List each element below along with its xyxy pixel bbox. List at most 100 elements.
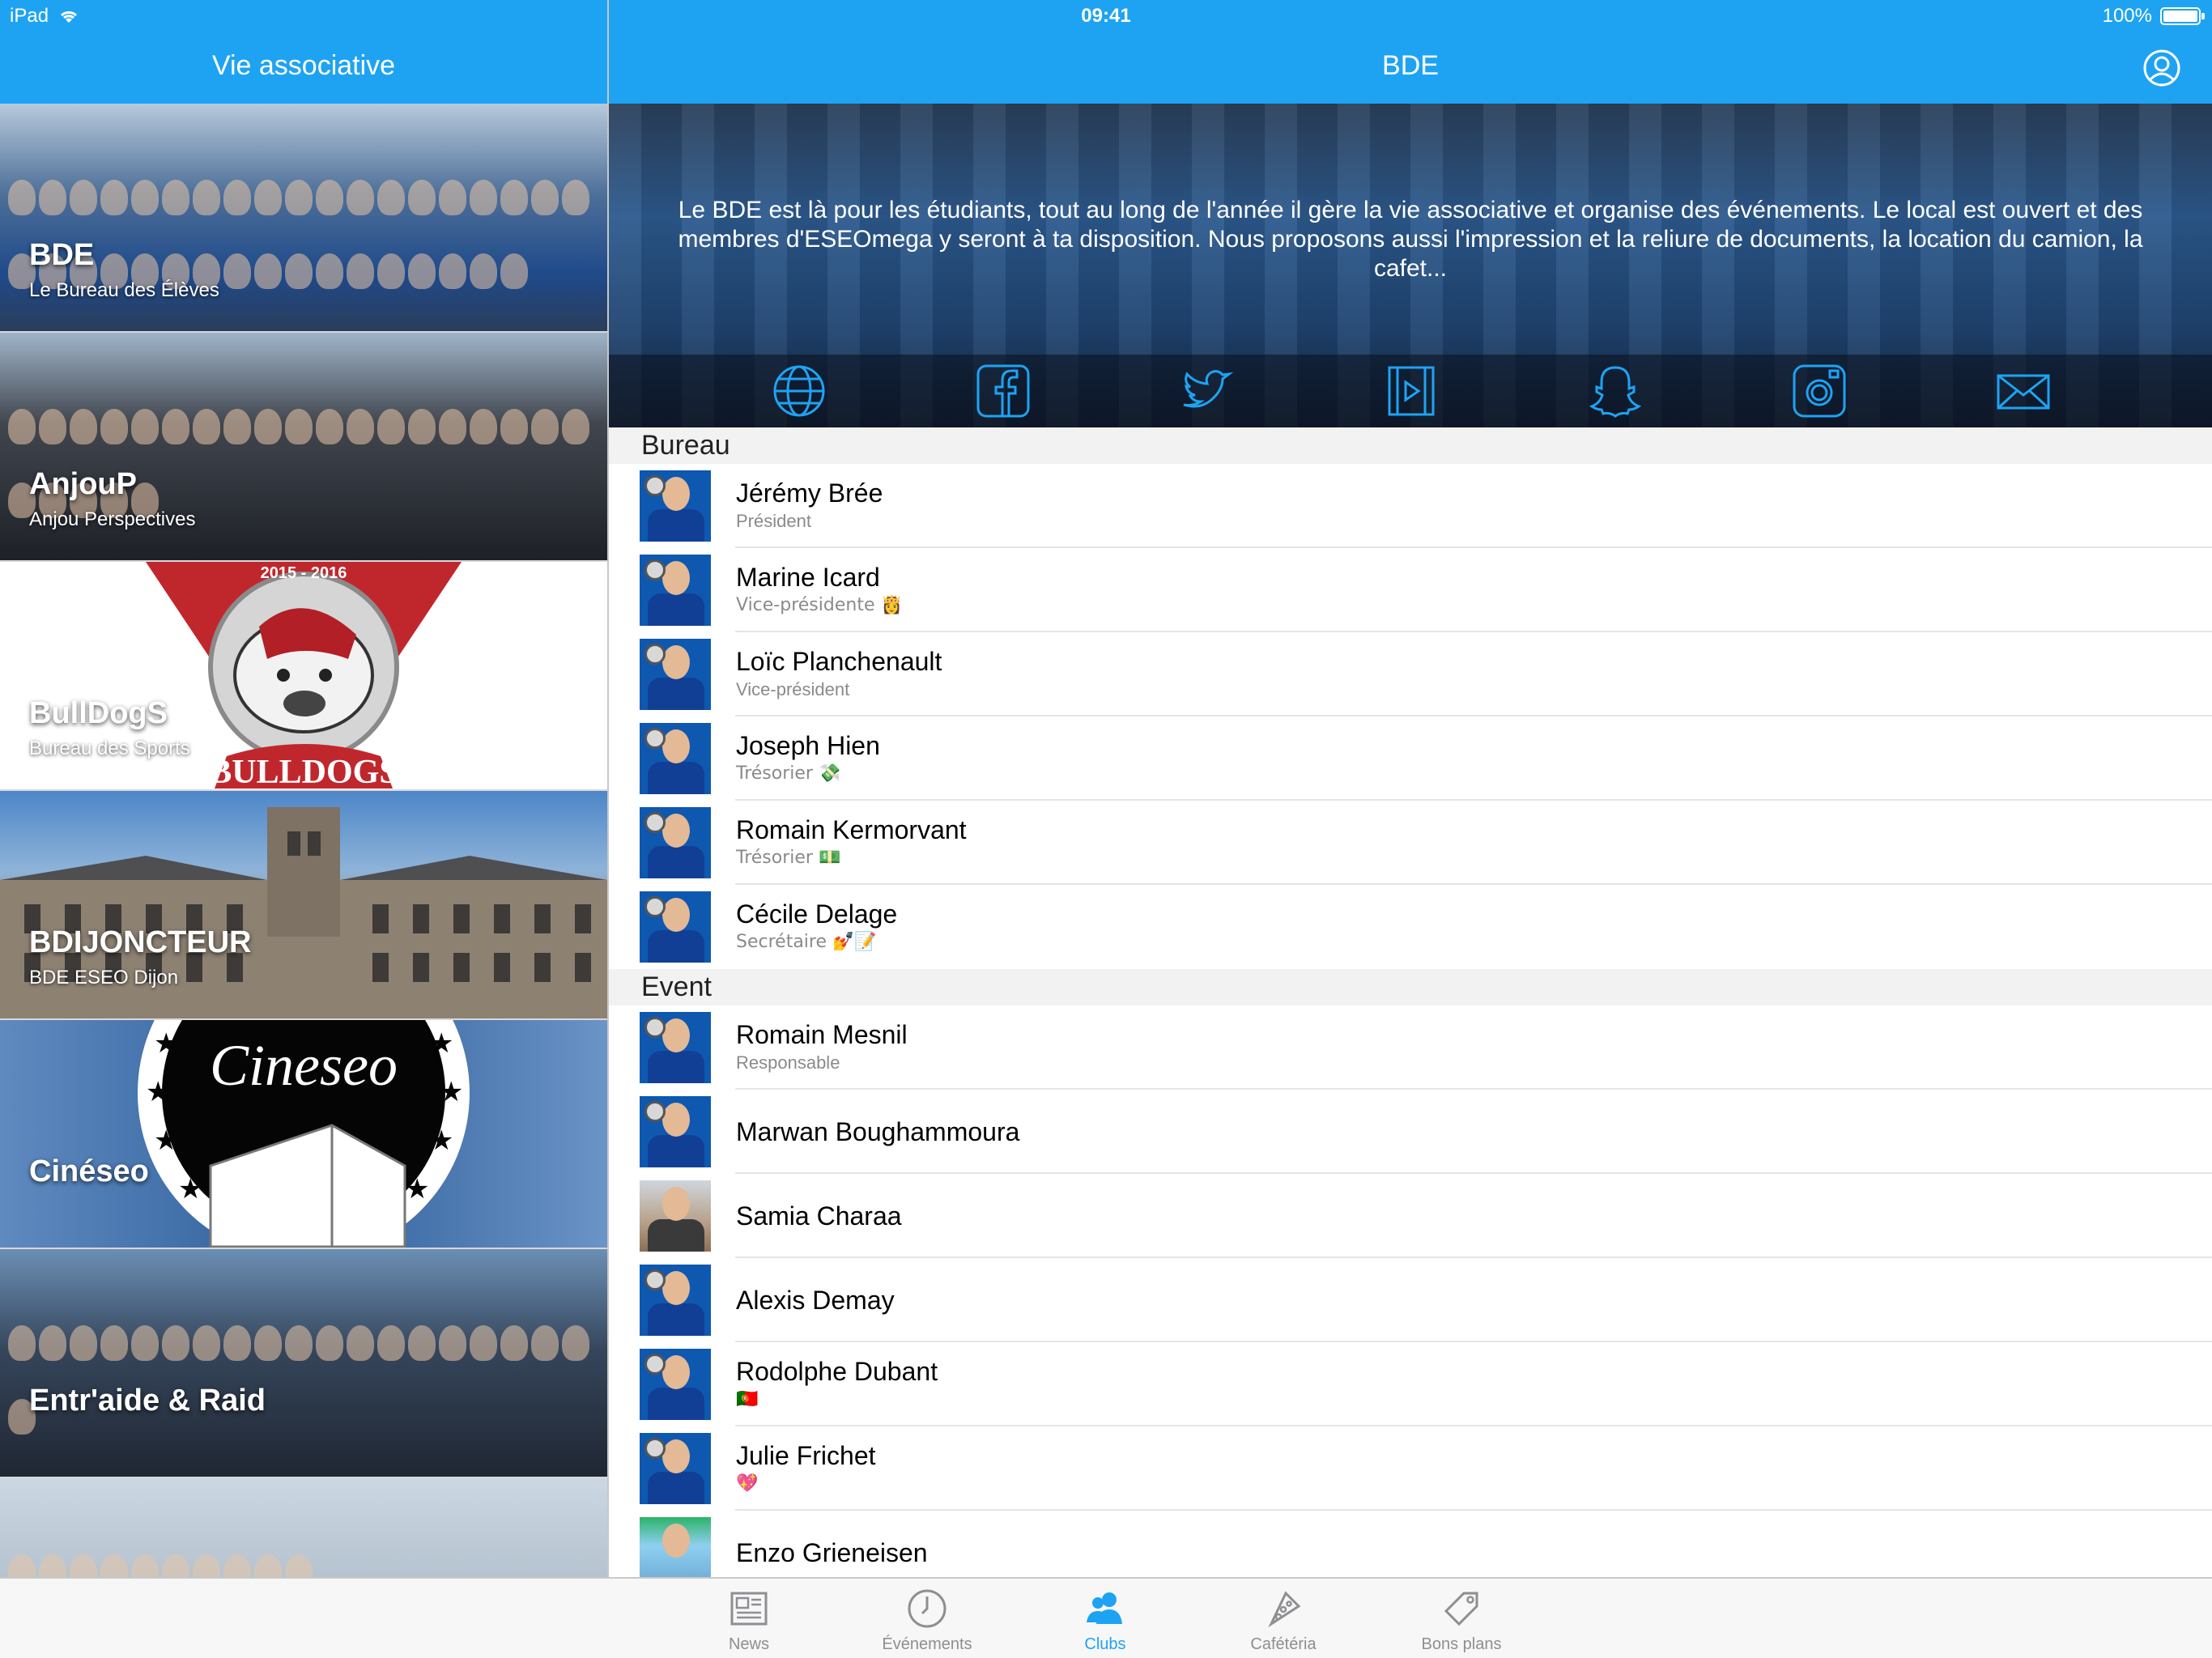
avatar bbox=[640, 1180, 711, 1252]
club-list[interactable]: BDE Le Bureau des Élèves AnjouP Anjou Pe… bbox=[0, 104, 607, 1577]
video-icon[interactable] bbox=[1383, 363, 1440, 419]
member-name: Enzo Grieneisen bbox=[736, 1538, 928, 1567]
member-name: Alexis Demay bbox=[736, 1286, 895, 1315]
member-row[interactable]: Samia Charaa bbox=[609, 1174, 2212, 1258]
member-name: Romain Kermorvant bbox=[736, 815, 967, 844]
club-name: Entr'aide & Raid bbox=[29, 1384, 266, 1418]
member-name: Rodolphe Dubant bbox=[736, 1357, 938, 1386]
avatar bbox=[640, 1265, 711, 1336]
newspaper-icon bbox=[730, 1592, 768, 1626]
avatar bbox=[640, 807, 711, 878]
status-time: 09:41 bbox=[1081, 5, 1131, 27]
tab-label: Événements bbox=[882, 1635, 972, 1653]
tab-label: Cafétéria bbox=[1250, 1635, 1317, 1653]
detail-title: BDE bbox=[1382, 50, 1439, 81]
master-pane: Vie associative BDE Le Bureau des Élèves… bbox=[0, 0, 607, 1658]
tag-icon bbox=[1444, 1592, 1478, 1626]
tab-evenements[interactable]: Événements bbox=[854, 1587, 1000, 1656]
avatar bbox=[640, 555, 711, 626]
svg-text:★: ★ bbox=[178, 1173, 202, 1205]
member-row[interactable]: Romain Kermorvant Trésorier 💵 bbox=[609, 801, 2212, 885]
member-row[interactable]: Rodolphe Dubant 🇵🇹 bbox=[609, 1342, 2212, 1426]
member-role: Vice-président bbox=[736, 679, 850, 699]
battery-percent: 100% bbox=[2102, 5, 2152, 27]
member-row[interactable]: Romain Mesnil Responsable bbox=[609, 1005, 2212, 1090]
member-name: Cécile Delage bbox=[736, 899, 898, 929]
club-row-bulldogs[interactable]: 2015 - 2016 BULLDOGS BullDogS Bureau des… bbox=[0, 562, 607, 791]
club-row-anjoup[interactable]: AnjouP Anjou Perspectives bbox=[0, 333, 607, 562]
social-links-bar bbox=[609, 355, 2212, 427]
status-bar: iPad 09:41 100% bbox=[0, 0, 2212, 32]
member-name: Samia Charaa bbox=[736, 1201, 902, 1231]
svg-text:★: ★ bbox=[429, 1027, 453, 1060]
clock-icon bbox=[908, 1589, 946, 1628]
member-name: Julie Frichet bbox=[736, 1441, 876, 1470]
member-name: Romain Mesnil bbox=[736, 1020, 908, 1049]
member-row[interactable]: Enzo Grieneisen bbox=[609, 1511, 2212, 1577]
svg-text:★: ★ bbox=[405, 1173, 429, 1205]
logo-text: BULLDOGS bbox=[209, 754, 398, 789]
avatar bbox=[640, 470, 711, 542]
club-row-bde[interactable]: BDE Le Bureau des Élèves bbox=[0, 104, 607, 333]
instagram-icon[interactable] bbox=[1791, 363, 1848, 419]
club-name: BullDogS bbox=[29, 696, 168, 730]
club-name: BDIJONCTEUR bbox=[29, 925, 252, 959]
web-icon[interactable] bbox=[771, 363, 827, 419]
member-name: Loïc Planchenault bbox=[736, 647, 942, 676]
tab-cafeteria[interactable]: Cafétéria bbox=[1210, 1587, 1356, 1656]
avatar bbox=[640, 1517, 711, 1577]
facebook-icon[interactable] bbox=[975, 363, 1032, 419]
tab-bons-plans[interactable]: Bons plans bbox=[1389, 1587, 1534, 1656]
club-description: Le BDE est là pour les étudiants, tout a… bbox=[678, 197, 2143, 282]
tab-label: Bons plans bbox=[1421, 1635, 1502, 1653]
pizza-icon bbox=[1268, 1591, 1301, 1628]
svg-text:★: ★ bbox=[154, 1124, 178, 1157]
club-name: AnjouP bbox=[29, 467, 137, 501]
member-row[interactable]: Marwan Boughammoura bbox=[609, 1090, 2212, 1174]
club-header: Le BDE est là pour les étudiants, tout a… bbox=[609, 104, 2212, 427]
member-row[interactable]: Julie Frichet 💖 bbox=[609, 1426, 2212, 1511]
avatar bbox=[640, 723, 711, 794]
member-row[interactable]: Alexis Demay bbox=[609, 1258, 2212, 1342]
svg-text:★: ★ bbox=[429, 1124, 453, 1157]
avatar bbox=[640, 891, 711, 963]
club-row-cineseo[interactable]: ★ ★ ★ ★ ★ ★ ★ ★ Cineseo Cinéseo bbox=[0, 1020, 607, 1249]
master-title: Vie associative bbox=[211, 50, 396, 81]
member-row[interactable]: Cécile Delage Secrétaire 💅📝 bbox=[609, 885, 2212, 969]
club-subtitle: BDE ESEO Dijon bbox=[29, 967, 179, 988]
people-icon bbox=[1087, 1592, 1122, 1624]
member-role: Vice-présidente 👸 bbox=[736, 595, 903, 615]
member-role: Responsable bbox=[736, 1052, 840, 1073]
logo-year: 2015 - 2016 bbox=[261, 564, 347, 582]
club-row-next[interactable] bbox=[0, 1478, 607, 1577]
club-photo bbox=[0, 1249, 607, 1477]
logo-text: Cineseo bbox=[210, 1033, 398, 1098]
snapchat-icon[interactable] bbox=[1587, 363, 1644, 419]
twitter-icon[interactable] bbox=[1179, 363, 1236, 419]
member-row[interactable]: Jérémy Brée Président bbox=[609, 464, 2212, 548]
mail-icon[interactable] bbox=[1995, 363, 2052, 419]
cineseo-logo: ★★★★ ★★★★ Cineseo bbox=[138, 1020, 470, 1248]
member-name: Jérémy Brée bbox=[736, 478, 883, 508]
profile-icon[interactable] bbox=[2142, 49, 2181, 87]
member-list[interactable]: Bureau Jérémy Brée Président Marine Icar… bbox=[609, 427, 2212, 1577]
club-row-bdijoncteur[interactable]: BDIJONCTEUR BDE ESEO Dijon bbox=[0, 791, 607, 1020]
member-row[interactable]: Joseph Hien Trésorier 💸 bbox=[609, 716, 2212, 801]
avatar bbox=[640, 1433, 711, 1504]
club-name: BDE bbox=[29, 238, 95, 272]
member-row[interactable]: Marine Icard Vice-présidente 👸 bbox=[609, 548, 2212, 632]
member-role: Trésorier 💵 bbox=[736, 848, 841, 868]
tab-bar: News Événements Clubs Cafétéria Bons pla… bbox=[0, 1577, 2212, 1658]
member-name: Marine Icard bbox=[736, 563, 880, 592]
member-row[interactable]: Loïc Planchenault Vice-président bbox=[609, 632, 2212, 716]
tab-clubs[interactable]: Clubs bbox=[1032, 1587, 1178, 1656]
section-header-event: Event bbox=[609, 969, 2212, 1005]
tab-label: Clubs bbox=[1084, 1635, 1126, 1653]
club-photo bbox=[0, 1478, 607, 1577]
tab-label: News bbox=[728, 1635, 769, 1653]
club-subtitle: Anjou Perspectives bbox=[29, 508, 196, 530]
tab-news[interactable]: News bbox=[676, 1587, 822, 1656]
club-row-entraide-raid[interactable]: Entr'aide & Raid bbox=[0, 1249, 607, 1478]
member-role: 🇵🇹 bbox=[736, 1389, 759, 1409]
member-role: 💖 bbox=[736, 1473, 759, 1494]
